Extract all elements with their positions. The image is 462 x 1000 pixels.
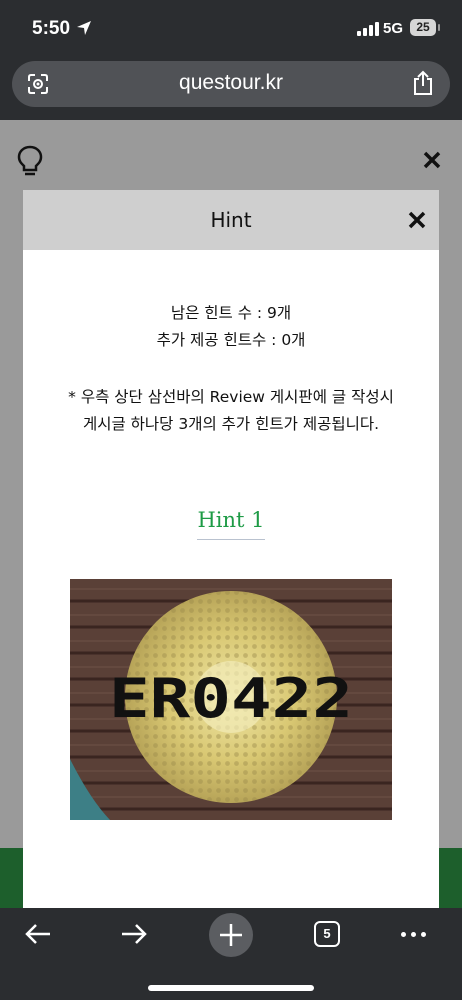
hint-image: ER0422 [70,579,392,820]
note-line-2: 게시글 하나당 3개의 추가 힌트가 제공됩니다. [82,415,380,433]
battery-level: 25 [416,20,430,34]
modal-header: Hint [23,190,439,250]
back-arrow-icon[interactable] [24,922,52,946]
hint-title: Hint 1 [197,508,265,532]
new-tab-button[interactable] [209,913,253,957]
status-bar: 5:50 5G 25 [0,0,462,58]
share-icon[interactable] [412,70,434,96]
hint-modal: Hint 남은 힌트 수 : 9개 추가 제공 힌트수 : 0개 * 우측 상단… [23,190,439,908]
address-bar[interactable]: questour.kr [12,61,450,107]
home-indicator[interactable] [148,985,314,991]
status-time: 5:50 [32,18,71,39]
hint-image-text: ER0422 [109,667,353,730]
hint-note: * 우측 상단 삼선바의 Review 게시판에 글 작성시 게시글 하나당 3… [23,384,439,438]
location-arrow-icon [77,21,91,35]
hint-count-info: 남은 힌트 수 : 9개 추가 제공 힌트수 : 0개 [23,300,439,354]
url-text[interactable]: questour.kr [12,71,450,95]
tab-switcher-button[interactable]: 5 [314,921,340,947]
modal-close-icon[interactable] [407,210,427,230]
extra-hints-text: 추가 제공 힌트수 : 0개 [156,331,306,349]
battery-icon: 25 [410,19,440,36]
forward-arrow-icon[interactable] [120,922,148,946]
tab-count: 5 [323,926,331,941]
web-page: Hint 남은 힌트 수 : 9개 추가 제공 힌트수 : 0개 * 우측 상단… [0,120,462,908]
more-options-icon[interactable] [401,932,426,937]
hint-title-underline [197,539,265,540]
remaining-hints-text: 남은 힌트 수 : 9개 [170,304,292,322]
lightbulb-icon[interactable] [16,144,44,178]
browser-address-area: questour.kr [0,58,462,120]
network-type: 5G [383,20,404,37]
modal-title: Hint [210,208,252,232]
cellular-signal-icon [357,22,379,36]
note-line-1: * 우측 상단 삼선바의 Review 게시판에 글 작성시 [68,388,394,406]
close-icon[interactable] [422,150,442,170]
plus-icon [220,924,242,946]
